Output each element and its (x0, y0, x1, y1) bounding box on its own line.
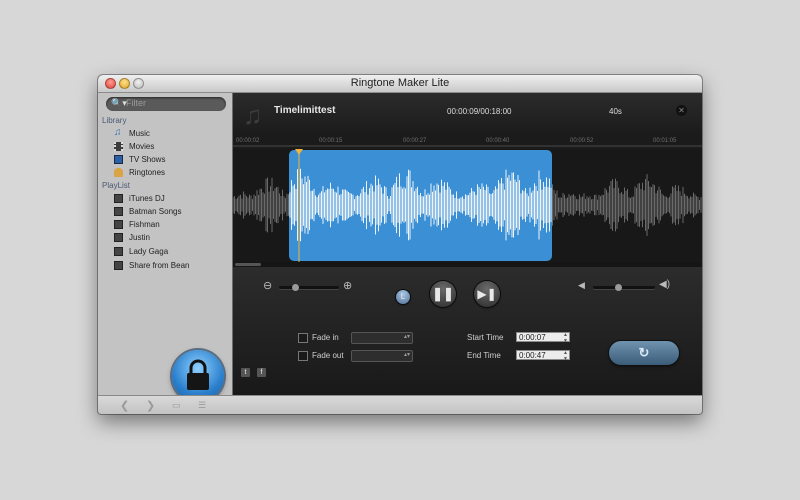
fade-in-checkbox[interactable] (298, 333, 308, 343)
stepper-icon[interactable]: ▲ ▼ (563, 332, 568, 344)
playlist-icon (114, 261, 123, 270)
playlist-icon (114, 220, 123, 229)
back-arrow-icon[interactable]: ❮ (120, 399, 129, 412)
title-bar: Ringtone Maker Lite (98, 75, 702, 93)
scrollbar-thumb[interactable] (235, 263, 261, 266)
skip-forward-button[interactable]: ▶❚ (474, 281, 500, 307)
skip-forward-icon: ▶❚ (477, 287, 497, 301)
music-note-icon: ♫ (114, 127, 122, 138)
zoom-slider[interactable] (279, 284, 339, 291)
screen-icon[interactable]: ▭ (172, 400, 181, 411)
volume-high-icon: ◀) (659, 279, 671, 290)
music-note-icon: ♫ (243, 100, 263, 130)
end-time-label: End Time (467, 351, 501, 360)
loop-label: L (400, 292, 406, 301)
waveform-area[interactable] (232, 149, 702, 262)
loop-button[interactable]: L (396, 290, 410, 304)
playlist-header: PlayList (102, 181, 131, 190)
sidebar-item-label: Fishman (129, 220, 160, 229)
facebook-icon[interactable]: f (257, 368, 266, 377)
playlist-icon (114, 207, 123, 216)
fade-out-duration-select[interactable]: ▴▾ (351, 350, 413, 362)
playlist-icon (114, 233, 123, 242)
sidebar-item-label: Lady Gaga (129, 247, 169, 256)
window-title: Ringtone Maker Lite (350, 77, 450, 89)
list-icon[interactable]: ☰ (198, 400, 206, 411)
stepper-icon: ▴▾ (403, 334, 410, 340)
start-time-field[interactable]: 0:00:07 ▲ ▼ (516, 332, 570, 344)
timecode: 00:00:09/00:18:00 (447, 107, 512, 116)
fade-out-checkbox[interactable] (298, 351, 308, 361)
tv-icon (114, 155, 123, 164)
pause-icon: ❚❚ (432, 286, 454, 301)
end-time-field[interactable]: 0:00:47 ▲ ▼ (516, 350, 570, 362)
volume-low-icon: ◀ (578, 280, 585, 290)
start-time-label: Start Time (467, 333, 504, 342)
search-placeholder: Filter (126, 98, 146, 108)
pause-button[interactable]: ❚❚ (430, 281, 456, 307)
sidebar-item-label: iTunes DJ (129, 194, 165, 203)
sidebar-item-label: Music (129, 129, 150, 138)
volume-slider-knob[interactable] (615, 284, 622, 291)
bell-icon (114, 168, 123, 177)
close-icon[interactable]: ✕ (676, 105, 687, 116)
bottom-toolbar: ❮ ❯ ▭ ☰ (98, 395, 702, 414)
film-icon (114, 142, 123, 151)
library-header: Library (102, 116, 127, 125)
make-ringtone-button[interactable]: ↻ (609, 341, 679, 365)
ruler-marks (233, 145, 702, 147)
forward-arrow-icon[interactable]: ❯ (146, 399, 155, 412)
start-time-value: 0:00:07 (519, 333, 546, 342)
stepper-icon[interactable]: ▲ ▼ (563, 350, 568, 362)
search-icon: 🔍▾ (111, 98, 127, 108)
zoom-slider-knob[interactable] (292, 284, 300, 291)
sidebar-item-label: Justin (129, 233, 150, 242)
end-time-value: 0:00:47 (519, 351, 546, 360)
zoom-in-icon[interactable]: ⊕ (343, 279, 352, 292)
fade-out-label: Fade out (312, 351, 344, 360)
volume-slider[interactable] (593, 284, 655, 291)
zoom-out-icon[interactable]: ⊖ (263, 279, 272, 292)
sidebar-item-label: TV Shows (129, 155, 166, 164)
waveform[interactable] (232, 149, 702, 262)
sidebar: 🔍▾ Filter Library ♫ Music Movies TV Show… (98, 93, 233, 402)
stepper-icon: ▴▾ (403, 352, 410, 358)
track-name: Timelimittest (274, 105, 336, 116)
editor-panel: ♫ Timelimittest 00:00:09/00:18:00 40s ✕ … (232, 93, 702, 395)
sidebar-item-label: Movies (129, 142, 155, 151)
sidebar-item-label: Share from Bean (129, 261, 190, 270)
control-panel: ⊖ ⊕ L ❚❚ ▶❚ ◀ ◀) Fade in ▴▾ Fade out ▴▾ … (233, 267, 702, 395)
playlist-icon (114, 194, 123, 203)
fade-in-label: Fade in (312, 333, 339, 342)
sidebar-item-label: Batman Songs (129, 207, 182, 216)
search-field[interactable]: 🔍▾ Filter (106, 97, 226, 111)
refresh-icon: ↻ (638, 345, 650, 360)
time-ruler: 00:00:02 00:00:15 00:00:27 00:00:40 00:0… (233, 135, 702, 149)
selection-duration: 40s (609, 107, 622, 116)
fade-in-duration-select[interactable]: ▴▾ (351, 332, 413, 344)
playlist-icon (114, 247, 123, 256)
twitter-icon[interactable]: t (241, 368, 250, 377)
track-header: ♫ Timelimittest 00:00:09/00:18:00 40s ✕ (233, 93, 702, 135)
app-window: Ringtone Maker Lite 🔍▾ Filter Library ♫ … (98, 75, 702, 414)
sidebar-item-label: Ringtones (129, 168, 166, 177)
